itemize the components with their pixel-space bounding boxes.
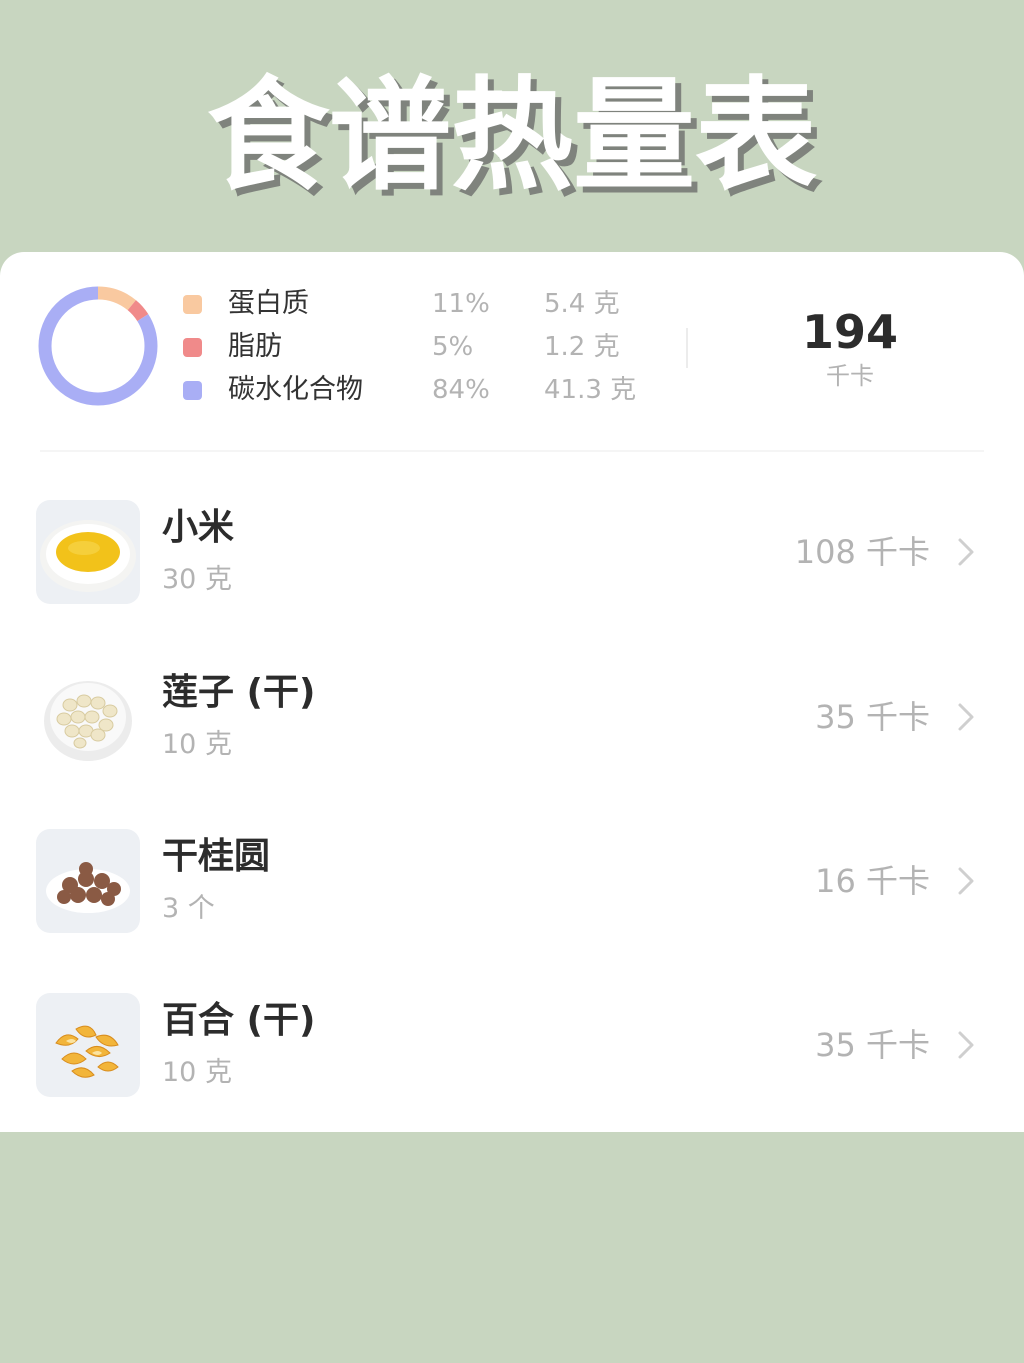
summary-divider — [686, 328, 688, 368]
nutrition-summary: 蛋白质 11% 5.4 克 脂肪 5% 1.2 克 碳水化合物 84% 41.3… — [0, 252, 1024, 452]
chevron-right-icon — [958, 867, 974, 895]
food-quantity: 10 克 — [162, 1057, 232, 1088]
food-item-lotus-seeds[interactable]: 莲子 (干) 10 克 35 千卡 — [0, 665, 1024, 777]
fat-label: 脂肪 — [228, 331, 282, 362]
food-quantity: 30 克 — [162, 564, 232, 595]
lotus-seed-photo-icon — [36, 665, 140, 769]
fat-color-swatch — [183, 338, 202, 357]
food-name: 百合 (干) — [162, 1000, 316, 1041]
fat-percent: 5% — [432, 332, 474, 362]
legend-row-protein: 蛋白质 11% 5.4 克 — [180, 284, 640, 324]
protein-color-swatch — [183, 295, 202, 314]
total-calories-unit: 千卡 — [826, 362, 874, 390]
chevron-right-icon — [958, 703, 974, 731]
food-calories: 35 千卡 — [815, 698, 930, 736]
chevron-right-icon — [958, 1031, 974, 1059]
carbs-label: 碳水化合物 — [228, 374, 363, 405]
legend-row-fat: 脂肪 5% 1.2 克 — [180, 327, 640, 367]
food-name: 莲子 (干) — [162, 672, 316, 713]
recipe-calorie-card: 蛋白质 11% 5.4 克 脂肪 5% 1.2 克 碳水化合物 84% 41.3… — [0, 252, 1024, 1132]
millet-photo-icon — [36, 500, 140, 604]
dried-longan-photo-icon — [36, 829, 140, 933]
food-calories: 16 千卡 — [815, 862, 930, 900]
food-name: 小米 — [162, 507, 235, 548]
chevron-right-icon — [958, 538, 974, 566]
legend-row-carbs: 碳水化合物 84% 41.3 克 — [180, 370, 640, 410]
protein-percent: 11% — [432, 289, 490, 319]
carbs-color-swatch — [183, 381, 202, 400]
carbs-percent: 84% — [432, 375, 490, 405]
fat-amount: 1.2 克 — [544, 332, 620, 362]
carbs-amount: 41.3 克 — [544, 375, 637, 405]
food-item-dried-longan[interactable]: 干桂圆 3 个 16 千卡 — [0, 829, 1024, 941]
total-calories: 194 — [801, 305, 899, 359]
food-calories: 35 千卡 — [815, 1026, 930, 1064]
section-divider — [40, 450, 984, 452]
page-title: 食谱热量表 — [207, 65, 817, 207]
food-item-dried-lily[interactable]: 百合 (干) 10 克 35 千卡 — [0, 993, 1024, 1105]
food-name: 干桂圆 — [162, 836, 271, 877]
food-item-millet[interactable]: 小米 30 克 108 千卡 — [0, 500, 1024, 612]
dried-lily-photo-icon — [36, 993, 140, 1097]
protein-amount: 5.4 克 — [544, 289, 620, 319]
food-quantity: 10 克 — [162, 729, 232, 760]
protein-label: 蛋白质 — [228, 288, 309, 319]
food-quantity: 3 个 — [162, 893, 215, 924]
macro-donut-chart — [38, 286, 158, 406]
food-calories: 108 千卡 — [794, 533, 930, 571]
